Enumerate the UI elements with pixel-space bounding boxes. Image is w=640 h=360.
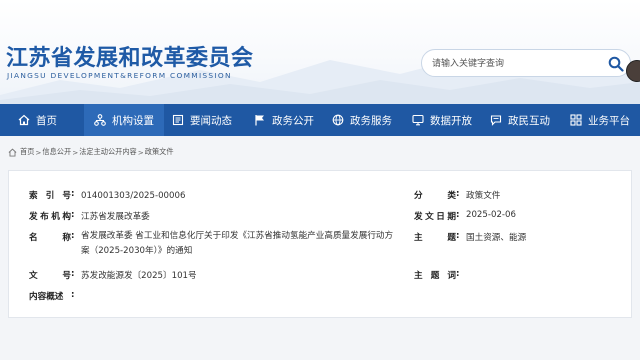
breadcrumb-current: 政策文件 [144,147,174,156]
breadcrumb-link-statutory-content[interactable]: 法定主动公开内容 [79,147,137,157]
monitor-icon [412,114,424,126]
nav-item-home[interactable]: 首页 [0,104,84,136]
label-colon: : [456,231,460,241]
document-info-panel: 索引号: 014001303/2025-00006 分类: 政策文件 发布机构:… [8,170,632,318]
org-chart-icon [94,114,106,126]
nav-item-label: 机构设置 [112,114,154,127]
nav-item-label: 业务平台 [588,114,630,127]
issue-date-label: 发文日期 [414,212,456,222]
label-colon: : [71,290,75,300]
search-input[interactable] [432,54,602,73]
topic-label: 主题 [414,233,456,243]
globe-icon [332,114,344,126]
doc-no-label: 文号 [29,271,71,281]
doc-no-value: 苏发改能源发〔2025〕101号 [81,271,197,281]
site-header: 江苏省发展和改革委员会 JIANGSU DEVELOPMENT&REFORM C… [0,0,640,104]
nav-item-interaction[interactable]: 政民互动 [482,104,562,136]
category-label: 分类 [414,191,456,201]
nav-item-business-platform[interactable]: 业务平台 [562,104,640,136]
label-colon: : [71,269,75,279]
index-no-value: 014001303/2025-00006 [81,191,186,201]
flag-icon [255,115,264,126]
home-icon [18,114,30,126]
main-nav: 首页 机构设置 要闻动态 政务公开 政务服务 数据开放 政民互动 业务平台 [0,104,640,136]
nav-item-label: 政务公开 [272,114,314,127]
nav-item-open-data[interactable]: 数据开放 [404,104,482,136]
nav-item-label: 首页 [36,114,57,127]
breadcrumb-link-home[interactable]: 首页 [20,147,34,157]
label-colon: : [456,269,460,279]
nav-item-label: 政务服务 [350,114,392,127]
site-title[interactable]: 江苏省发展和改革委员会 [6,40,254,72]
nav-item-gov-affairs[interactable]: 政务公开 [246,104,324,136]
site-subtitle: JIANGSU DEVELOPMENT&REFORM COMMISSION [7,71,232,80]
search-box [421,49,631,77]
grid-icon [570,114,582,126]
issuer-label: 发布机构 [29,212,71,222]
nav-item-organization[interactable]: 机构设置 [84,104,164,136]
chat-icon [490,115,502,126]
category-value: 政策文件 [466,191,501,201]
nav-item-news[interactable]: 要闻动态 [164,104,246,136]
label-colon: : [456,210,460,220]
topic-value: 国土资源、能源 [466,233,527,243]
breadcrumb: 首页 > 信息公开 > 法定主动公开内容 > 政策文件 [8,146,174,158]
issue-date-value: 2025-02-06 [466,210,516,220]
summary-label: 内容概述 [29,292,64,302]
issuer-value: 江苏省发展改革委 [81,212,150,222]
title-value: 省发展改革委 省工业和信息化厅关于印发《江苏省推动氢能产业高质量发展行动方案（2… [81,231,394,256]
keywords-label: 主题词 [414,271,456,281]
nav-item-gov-services[interactable]: 政务服务 [324,104,404,136]
newspaper-icon [172,114,184,126]
title-label: 名称 [29,233,71,243]
breadcrumb-separator: > [72,147,79,157]
label-colon: : [71,189,75,199]
breadcrumb-separator: > [137,147,144,157]
breadcrumb-separator: > [35,147,42,157]
breadcrumb-link-info-disclosure[interactable]: 信息公开 [42,147,71,157]
label-colon: : [71,210,75,220]
nav-item-label: 政民互动 [508,114,550,127]
nav-item-label: 要闻动态 [190,114,232,127]
breadcrumb-home-icon [8,148,17,157]
label-colon: : [456,189,460,199]
page-bottom-background [0,322,640,360]
index-no-label: 索引号 [29,191,71,201]
nav-item-label: 数据开放 [430,114,472,127]
label-colon: : [71,231,75,241]
search-icon[interactable] [608,56,624,72]
